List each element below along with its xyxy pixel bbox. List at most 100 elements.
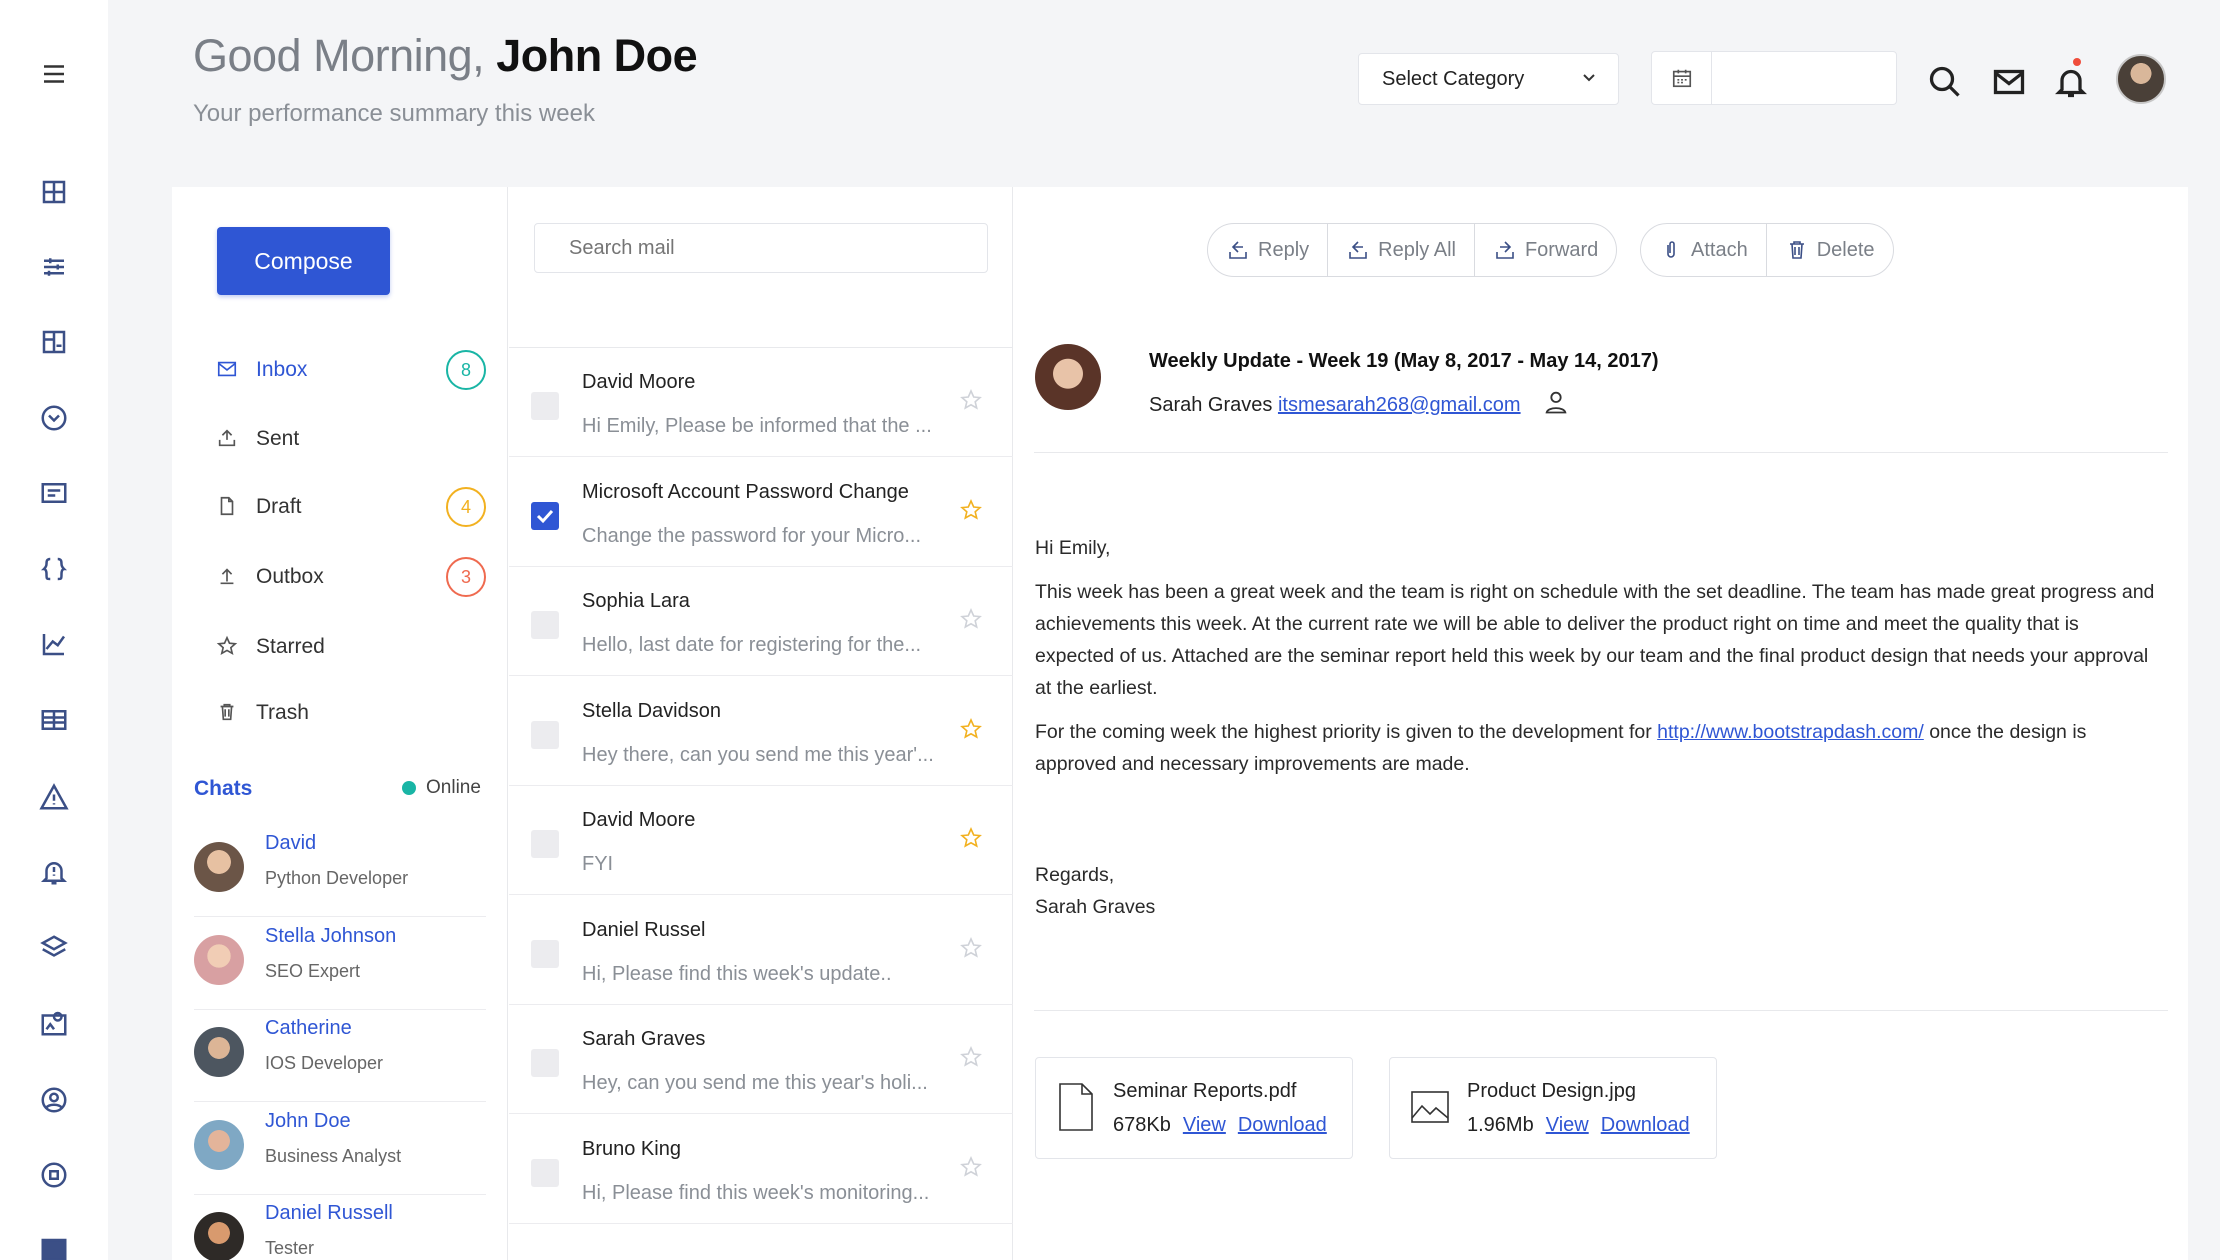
message-sender: Sarah Graves itsmesarah268@gmail.com xyxy=(1149,394,1521,417)
mail-checkbox[interactable] xyxy=(531,611,559,639)
user-circle-icon[interactable] xyxy=(38,1084,70,1116)
mail-sender: Microsoft Account Password Change xyxy=(582,480,909,503)
date-input[interactable] xyxy=(1712,52,1896,104)
map-icon[interactable] xyxy=(38,1007,70,1039)
star-icon[interactable] xyxy=(959,936,983,960)
category-select[interactable]: Select Category xyxy=(1358,53,1619,105)
table-icon[interactable] xyxy=(38,704,70,736)
image-icon xyxy=(1410,1082,1450,1132)
chat-role: SEO Expert xyxy=(265,961,361,981)
attach-button[interactable]: Attach xyxy=(1641,224,1767,276)
compose-button[interactable]: Compose xyxy=(217,227,390,295)
search-icon[interactable] xyxy=(1927,64,1963,100)
mail-list-item[interactable]: David Moore FYI xyxy=(509,786,1013,895)
mail-list-item[interactable]: Stella Davidson Hey there, can you send m… xyxy=(509,677,1013,786)
star-icon[interactable] xyxy=(959,607,983,631)
mail-checkbox[interactable] xyxy=(531,501,559,530)
attachment-download-link[interactable]: Download xyxy=(1238,1114,1327,1136)
folder-sent[interactable]: Sent xyxy=(216,419,486,459)
mail-list-item[interactable]: Bruno King Hi, Please find this week's mo… xyxy=(509,1115,1013,1224)
date-picker[interactable] xyxy=(1651,51,1897,105)
chat-name: Daniel Russell xyxy=(265,1202,393,1224)
star-icon xyxy=(216,635,240,659)
chat-item[interactable]: Catherine IOS Developer xyxy=(194,1009,486,1102)
attachment-card: Product Design.jpg 1.96Mb View Download xyxy=(1389,1057,1717,1159)
star-icon[interactable] xyxy=(959,1155,983,1179)
attachment-download-link[interactable]: Download xyxy=(1601,1114,1690,1136)
star-icon[interactable] xyxy=(959,1045,983,1069)
mail-list-item[interactable]: Microsoft Account Password Change Change … xyxy=(509,458,1013,567)
body-greeting: Hi Emily, xyxy=(1035,537,1111,559)
layout-icon[interactable] xyxy=(38,326,70,358)
mail-preview: Hello, last date for registering for the… xyxy=(582,634,922,656)
delete-button[interactable]: Delete xyxy=(1767,224,1893,276)
card-icon[interactable] xyxy=(38,477,70,509)
mail-list-item[interactable]: Sarah Graves Hey, can you send me this ye… xyxy=(509,1005,1013,1114)
folder-outbox[interactable]: Outbox 3 xyxy=(216,557,486,597)
mail-list-item[interactable]: Sophia Lara Hello, last date for register… xyxy=(509,567,1013,676)
signature-name: Sarah Graves xyxy=(1035,896,1156,918)
folder-inbox[interactable]: Inbox 8 xyxy=(216,350,486,390)
draft-count-badge: 4 xyxy=(446,487,486,527)
forward-icon xyxy=(1496,241,1514,259)
layers-icon[interactable] xyxy=(38,932,70,964)
regards-text: Regards, xyxy=(1035,864,1115,886)
folder-trash[interactable]: Trash xyxy=(216,693,486,733)
user-name: John Doe xyxy=(496,30,698,81)
forward-button[interactable]: Forward xyxy=(1475,224,1616,276)
mail-checkbox[interactable] xyxy=(531,1158,559,1187)
reader-panel: Reply Reply All Forward Attach Delete We… xyxy=(1014,187,2188,1260)
paperclip-icon xyxy=(1667,241,1675,258)
mail-checkbox[interactable] xyxy=(531,830,559,858)
record-icon[interactable] xyxy=(38,1159,70,1191)
attachment-view-link[interactable]: View xyxy=(1546,1114,1589,1136)
attach-label: Attach xyxy=(1691,238,1748,261)
book-icon[interactable] xyxy=(38,1234,70,1260)
folder-label: Inbox xyxy=(256,358,308,381)
folder-label: Starred xyxy=(256,635,325,658)
profile-avatar[interactable] xyxy=(2116,54,2166,104)
chat-item[interactable]: John Doe Business Analyst xyxy=(194,1102,486,1195)
chat-item[interactable]: Stella Johnson SEO Expert xyxy=(194,917,486,1010)
mail-checkbox[interactable] xyxy=(531,720,559,749)
search-mail-input[interactable] xyxy=(534,223,988,273)
category-select-value: Select Category xyxy=(1382,67,1525,90)
chat-name: John Doe xyxy=(265,1110,351,1132)
reply-icon xyxy=(1229,241,1247,259)
folder-label: Outbox xyxy=(256,565,324,588)
file-icon xyxy=(1056,1082,1096,1132)
outbox-count-badge: 3 xyxy=(446,557,486,597)
body-link[interactable]: http://www.bootstrapdash.com/ xyxy=(1657,721,1924,743)
mail-list-item[interactable]: David Moore Hi Emily, Please be informed … xyxy=(509,348,1013,457)
chevron-circle-icon[interactable] xyxy=(38,402,70,434)
code-braces-icon[interactable] xyxy=(38,553,70,585)
reply-all-button[interactable]: Reply All xyxy=(1328,224,1475,276)
bell-alert-icon[interactable] xyxy=(38,856,70,888)
folder-starred[interactable]: Starred xyxy=(216,627,486,667)
star-icon[interactable] xyxy=(959,717,983,741)
mail-checkbox[interactable] xyxy=(531,1049,559,1077)
chart-line-icon[interactable] xyxy=(38,628,70,660)
star-icon[interactable] xyxy=(959,388,983,412)
user-icon[interactable] xyxy=(1542,388,1570,416)
chat-item[interactable]: David Python Developer xyxy=(194,824,486,917)
sliders-icon[interactable] xyxy=(38,251,70,283)
folder-draft[interactable]: Draft 4 xyxy=(216,487,486,527)
warning-icon[interactable] xyxy=(38,781,70,813)
mail-checkbox[interactable] xyxy=(531,939,559,968)
dashboard-icon[interactable] xyxy=(38,176,70,208)
mail-list-item[interactable]: Daniel Russel Hi, Please find this week's… xyxy=(509,896,1013,1005)
star-icon[interactable] xyxy=(959,498,983,522)
menu-icon[interactable] xyxy=(38,58,70,90)
folder-panel: Compose Inbox 8 Sent Draft 4 Outbox 3 St… xyxy=(172,187,508,1260)
star-icon[interactable] xyxy=(959,826,983,850)
reply-button[interactable]: Reply xyxy=(1208,224,1329,276)
greeting-subtitle: Your performance summary this week xyxy=(193,100,595,127)
attachment-view-link[interactable]: View xyxy=(1183,1114,1226,1136)
calendar-icon[interactable] xyxy=(1652,52,1712,104)
chat-item[interactable]: Daniel Russell Tester xyxy=(194,1194,486,1260)
sender-email-link[interactable]: itsmesarah268@gmail.com xyxy=(1278,394,1521,416)
mail-checkbox[interactable] xyxy=(531,392,559,420)
bell-icon[interactable] xyxy=(2053,64,2089,100)
mail-icon[interactable] xyxy=(1991,64,2027,100)
